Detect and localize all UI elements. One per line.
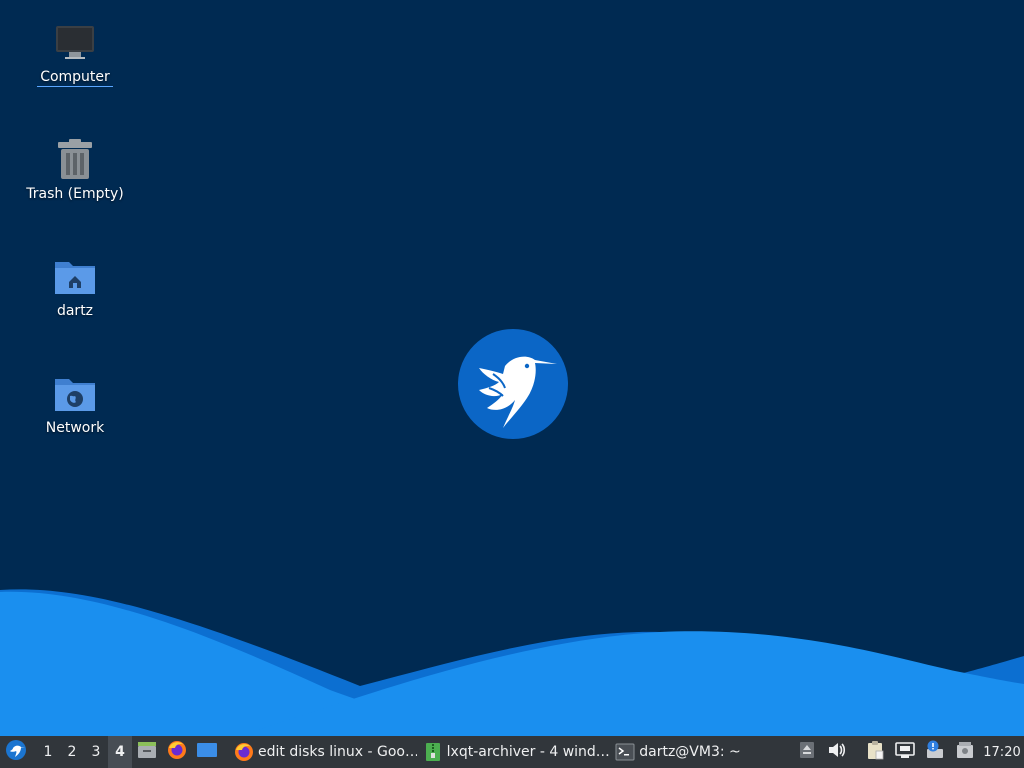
tray-update-notifier[interactable]	[920, 736, 950, 768]
tray-network[interactable]	[890, 736, 920, 768]
file-manager-icon	[137, 740, 157, 764]
terminal-icon	[615, 742, 635, 762]
task-label: lxqt-archiver - 4 wind…	[446, 744, 610, 760]
desktop-switch-1[interactable]: 1	[36, 736, 60, 768]
network-wired-icon	[895, 741, 915, 763]
lubuntu-logo	[458, 329, 568, 439]
tray-separator	[852, 736, 860, 768]
task-label: edit disks linux - Goo…	[258, 744, 417, 760]
tray-eject[interactable]	[792, 736, 822, 768]
desktop-area[interactable]: Computer Trash (Empty) dartz Network	[0, 0, 1024, 736]
desktop-icon-home-folder[interactable]: dartz	[20, 252, 130, 320]
taskbar: 1 2 3 4 edit disks linux - Goo… lxqt-arc…	[0, 736, 1024, 768]
trash-icon	[51, 135, 99, 183]
desktop-icon-label: Computer	[37, 68, 113, 87]
clipboard-icon	[866, 740, 884, 764]
quicklaunch-firefox[interactable]	[162, 736, 192, 768]
lubuntu-menu-icon	[5, 739, 27, 765]
application-menu-button[interactable]	[0, 736, 32, 768]
desktop-icon-label: dartz	[56, 303, 94, 319]
home-folder-icon	[51, 252, 99, 300]
task-label: dartz@VM3: ~	[639, 744, 741, 760]
desktop-icon-label: Trash (Empty)	[26, 186, 124, 202]
network-folder-icon	[51, 369, 99, 417]
desktop-icon-network[interactable]: Network	[20, 369, 130, 437]
firefox-icon	[234, 742, 254, 762]
desktop-switch-2[interactable]: 2	[60, 736, 84, 768]
desktop-icon-label: Network	[45, 420, 105, 436]
removable-drive-icon	[955, 740, 975, 764]
task-terminal[interactable]: dartz@VM3: ~	[609, 736, 792, 768]
desktop-switcher: 1 2 3 4	[36, 736, 132, 768]
computer-icon	[51, 18, 99, 66]
desktop-switch-4[interactable]: 4	[108, 736, 132, 768]
desktop-switch-3[interactable]: 3	[84, 736, 108, 768]
desktop-icon-trash[interactable]: Trash (Empty)	[20, 135, 130, 203]
tray-clipboard[interactable]	[860, 736, 890, 768]
task-lxqt-archiver[interactable]: lxqt-archiver - 4 wind…	[417, 736, 610, 768]
tray-volume[interactable]	[822, 736, 852, 768]
tray-removable-drive[interactable]	[950, 736, 980, 768]
show-desktop-icon	[196, 740, 218, 764]
desktop-icon-computer[interactable]: Computer	[20, 18, 130, 87]
clock[interactable]: 17:20	[980, 736, 1024, 768]
quicklaunch-show-desktop[interactable]	[192, 736, 222, 768]
quicklaunch-file-manager[interactable]	[132, 736, 162, 768]
task-firefox[interactable]: edit disks linux - Goo…	[228, 736, 417, 768]
volume-icon	[827, 741, 847, 763]
update-notifier-icon	[925, 740, 945, 764]
archiver-icon	[423, 742, 443, 762]
firefox-icon	[167, 740, 187, 764]
eject-icon	[799, 741, 815, 763]
